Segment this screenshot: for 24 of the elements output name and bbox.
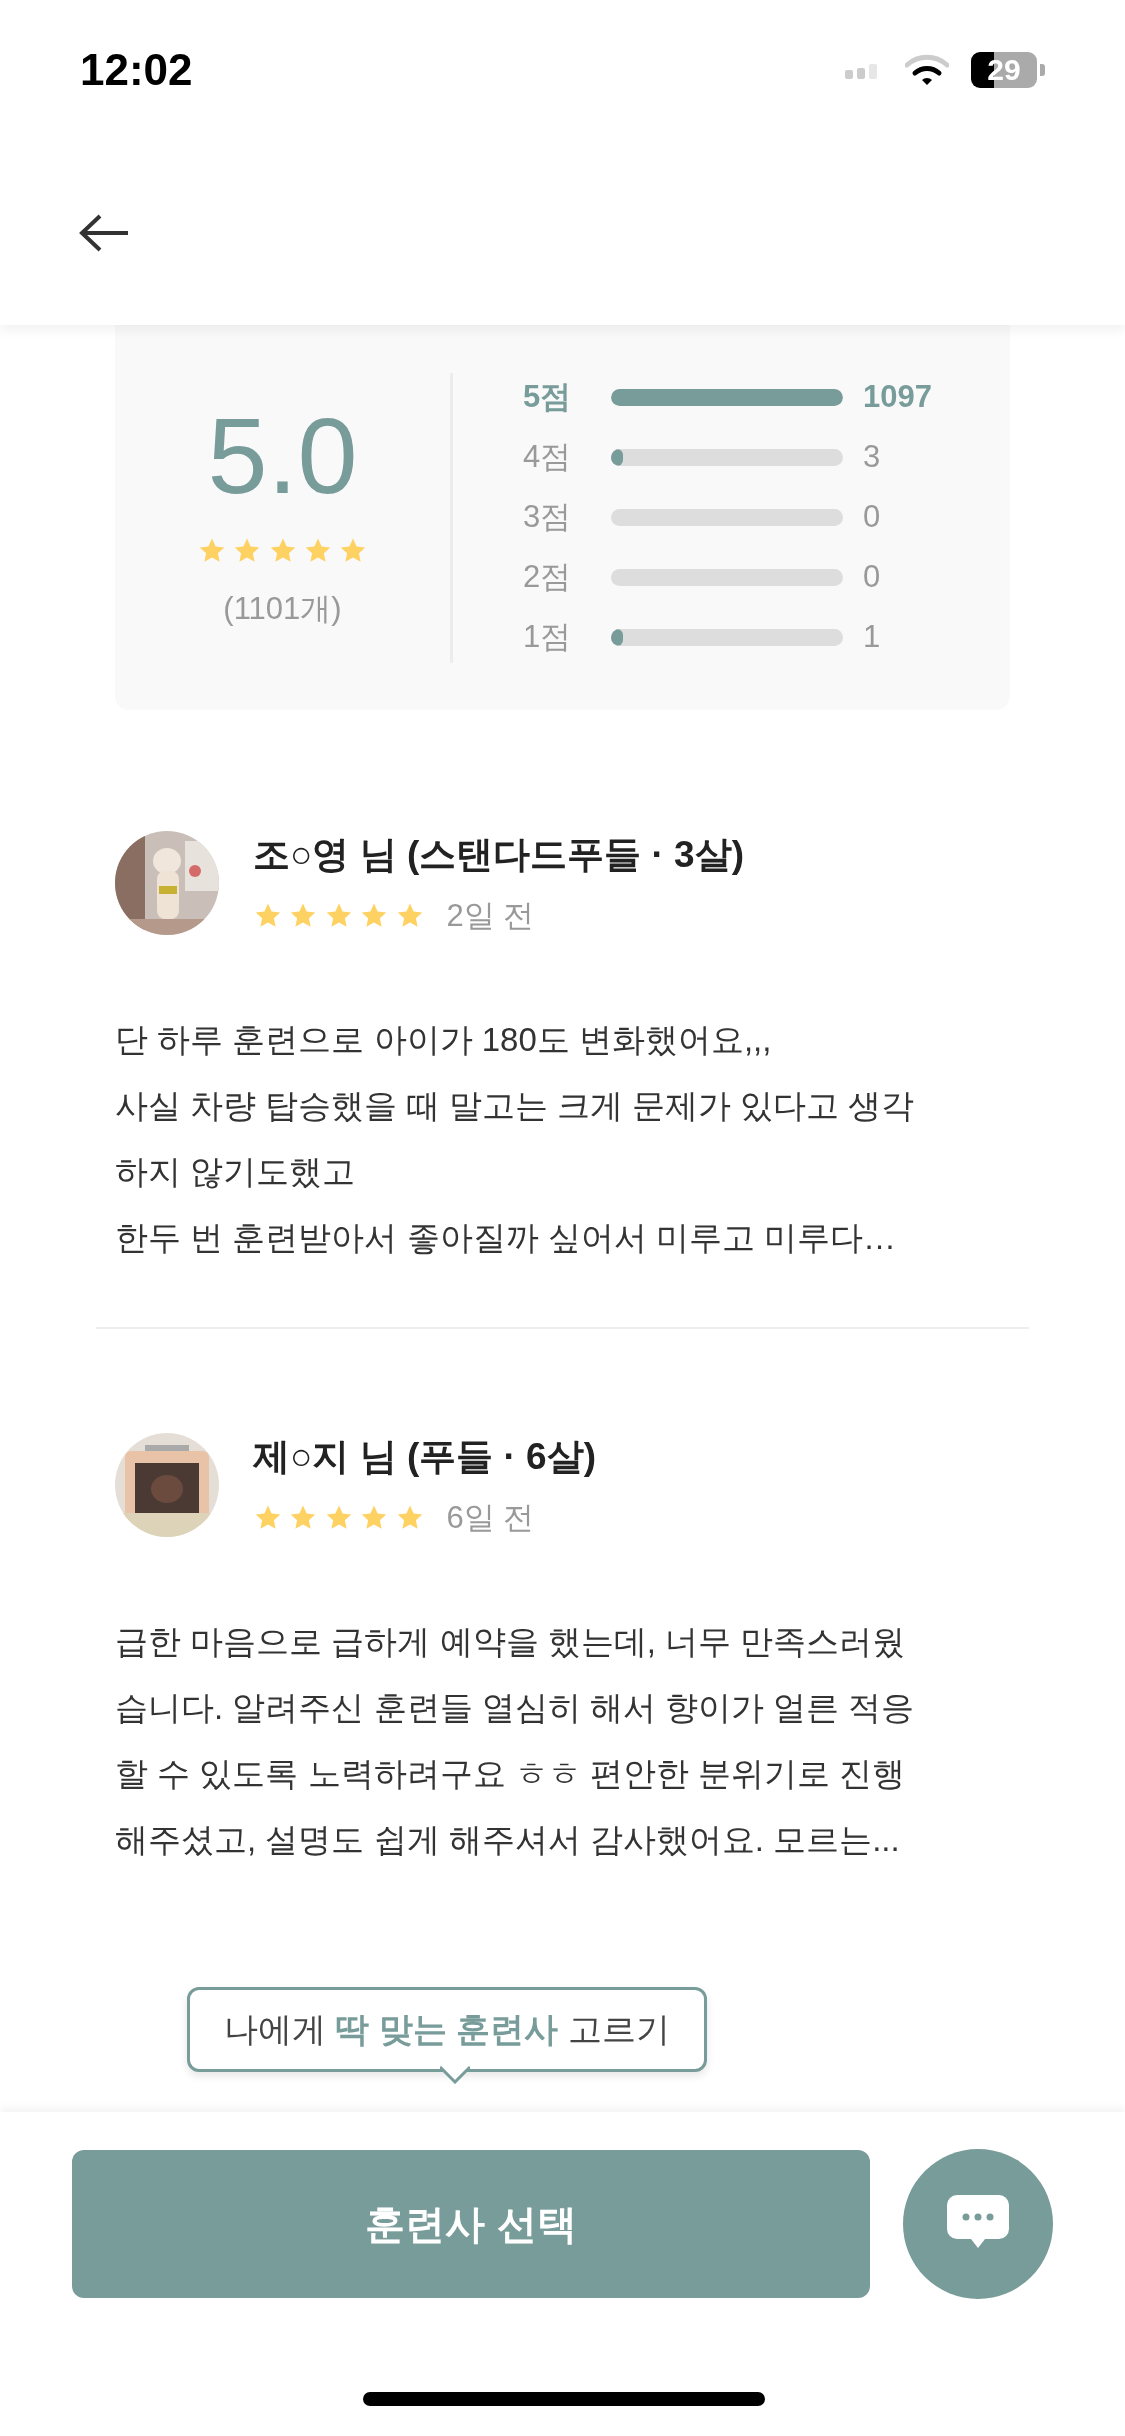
review-date: 2일 전 <box>446 896 535 935</box>
review-text: 단 하루 훈련으로 아이가 180도 변화했어요,,, 사실 차량 탑승했을 때 말고는 크게 문제가 있다고 생각 하지 않기도했고 한두 번 훈련받아서 좋아질까 싶어서 미루고 미루다… <box>115 1020 916 1258</box>
reviewer-name: 제○지 님 (푸들 · 6살) <box>253 1435 596 1479</box>
back-arrow-icon[interactable] <box>78 212 130 253</box>
clock-time: 12:02 <box>80 44 193 96</box>
rating-count: 1097 <box>863 378 932 417</box>
score-label: 1점 <box>523 618 573 657</box>
tooltip-bubble: 나에게 딱 맞는 훈련사 고르기 <box>187 1987 707 2072</box>
tooltip-tail <box>440 2066 470 2084</box>
review-count: (1101개) <box>223 590 342 629</box>
rating-count: 0 <box>863 558 881 597</box>
select-trainer-button[interactable]: 훈련사 선택 <box>72 2150 870 2298</box>
score-label: 5점 <box>523 378 573 417</box>
score-label: 2점 <box>523 558 573 597</box>
rating-score: 5.0 <box>207 402 358 511</box>
rating-count: 3 <box>863 438 881 477</box>
score-label: 4점 <box>523 438 573 477</box>
rating-count: 1 <box>863 618 881 657</box>
review-text: 급한 마음으로 급하게 예약을 했는데, 너무 만족스러웠 습니다. 알려주신 훈련들 열심히 해서 향이가 얼른 적응 할 수 있도록 노력하려구요 ㅎㅎ 편안한 분위기로 진행 해주셨고, 설명도 쉽게 해주셔서 감사했어요. 모르는... <box>115 1622 916 1860</box>
rating-count: 0 <box>863 498 881 537</box>
review-date: 6일 전 <box>446 1498 535 1537</box>
wifi-icon <box>905 53 949 87</box>
reviewer-name: 조○영 님 (스탠다드푸들 · 3살) <box>253 833 744 877</box>
score-label: 3점 <box>523 498 573 537</box>
